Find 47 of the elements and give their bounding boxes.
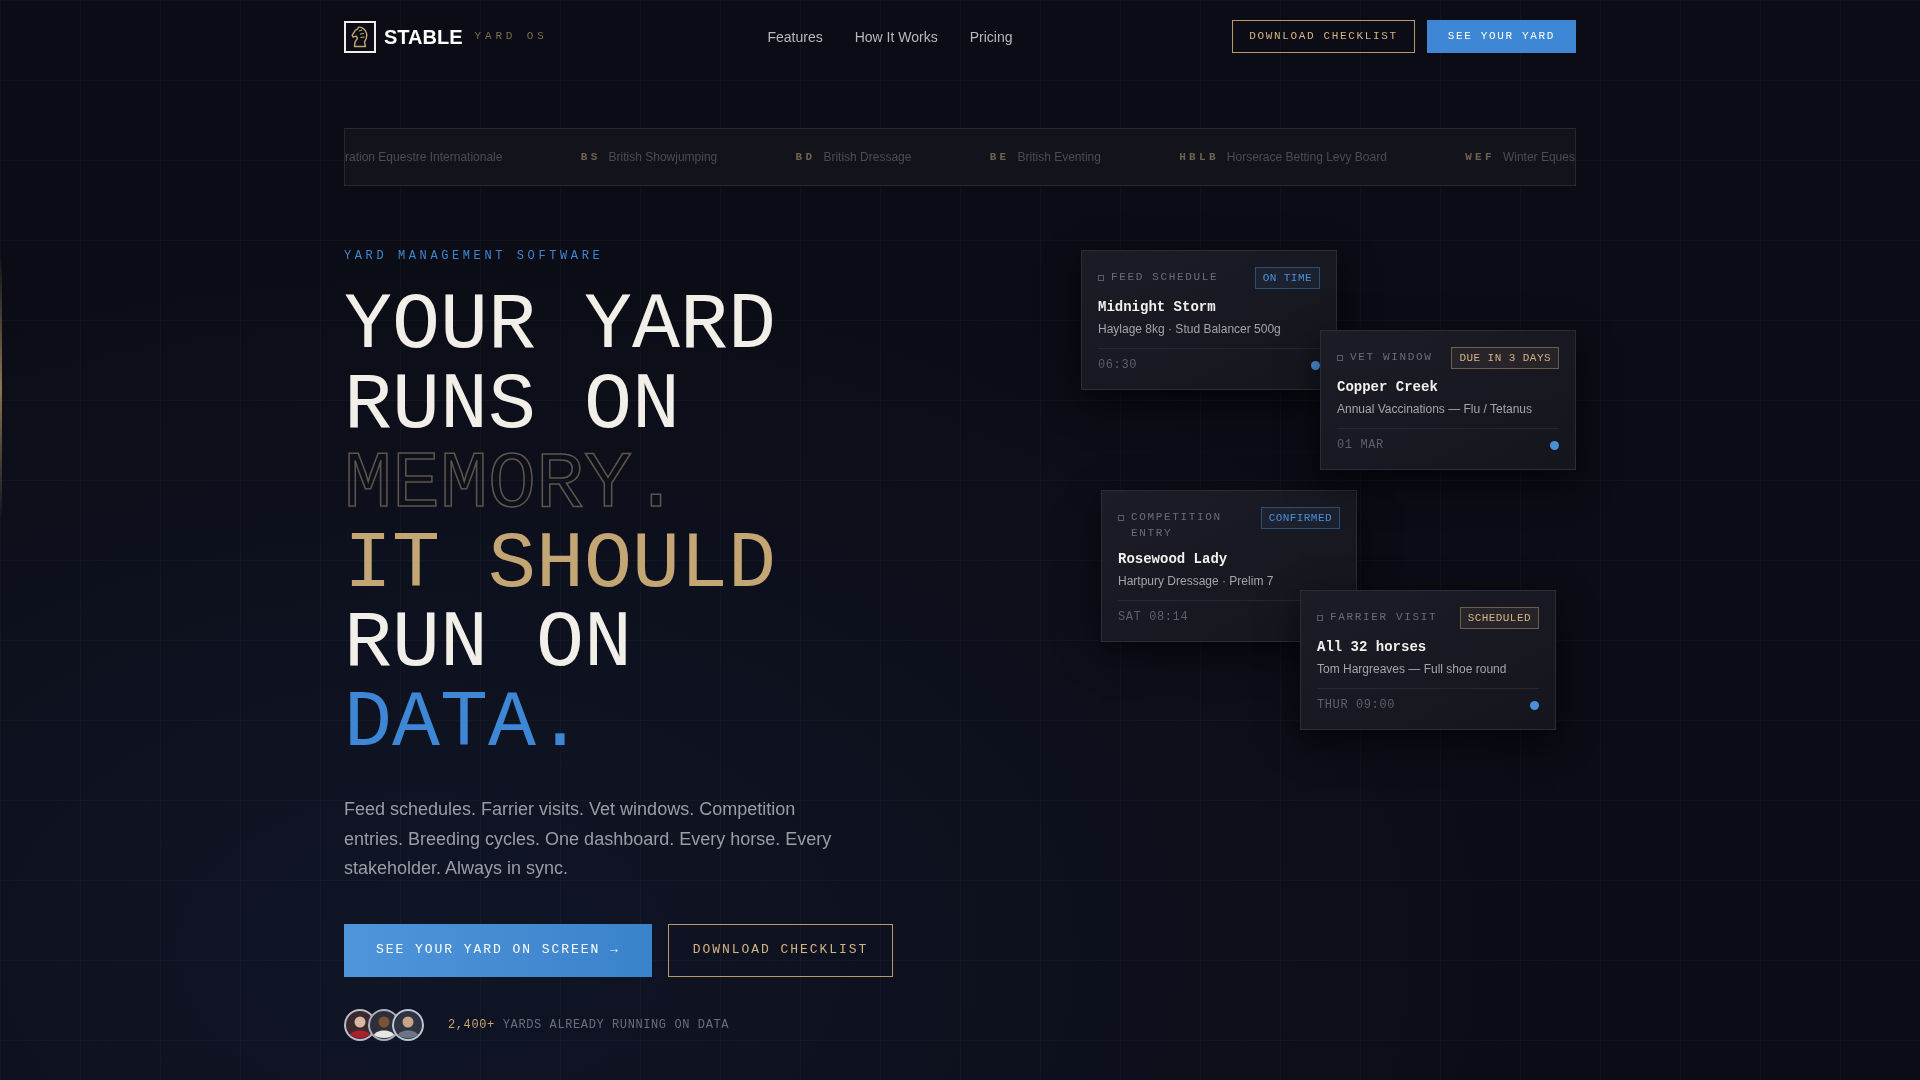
partner-abbreviation: BS [580,149,601,165]
social-proof-text: YARDS ALREADY RUNNING ON DATA [502,1016,730,1034]
partner-name: Winter Eques [1502,149,1575,166]
card-detail: Hartpury Dressage · Prelim 7 [1118,573,1275,589]
partner-abbreviation: WEF [1465,149,1495,165]
status-badge: CONFIRMED [1260,507,1340,529]
see-yard-on-screen-button[interactable]: SEE YOUR YARD ON SCREEN → [344,923,652,977]
card-title: Copper Creek [1337,378,1439,397]
card-title: Rosewood Lady [1118,550,1229,569]
download-checklist-button[interactable]: DOWNLOAD CHECKLIST [667,923,894,977]
card-detail: Annual Vaccinations — Flu / Tetanus [1337,401,1533,417]
yard-count: 2,400+ [448,1016,495,1034]
partner-abbreviation: BE [989,149,1010,165]
card-time: THUR 09:00 [1317,697,1395,713]
card-category-label: FARRIER VISIT [1330,610,1438,625]
hero-headline: YOUR YARD RUNS ON MEMORY. IT SHOULD RUN ON DATA. [344,286,778,763]
card-time: 06:30 [1098,357,1137,373]
status-badge: ON TIME [1254,267,1320,289]
status-badge: SCHEDULED [1459,607,1539,629]
card-detail: Tom Hargreaves — Full shoe round [1317,661,1508,677]
card-time: 01 MAR [1337,437,1384,453]
card-category-label: FEED SCHEDULE [1111,270,1219,285]
partner-name: British Eventing [1017,149,1101,166]
partner-name: ration Equestre Internationale [345,149,503,166]
partner-abbreviation: HBLB [1179,149,1219,165]
partner-name: British Dressage [823,149,912,166]
nav-link[interactable]: How It Works [854,26,938,47]
brand-tagline: YARD OS [474,29,548,45]
partner-name: British Showjumping [608,149,718,166]
status-badge: DUE IN 3 DAYS [1451,347,1559,369]
card-title: All 32 horses [1317,638,1428,657]
card-category-label: COMPETITION ENTRY [1131,510,1223,541]
card-time: SAT 08:14 [1118,609,1189,625]
hero-description: Feed schedules. Farrier visits. Vet windows. Competition entries. Breeding cycles. One dashboard. Every horse. Every stakeholder. Always in sync. [344,798,833,880]
partner-name: Horserace Betting Levy Board [1226,149,1387,166]
avatar-icon [392,1008,424,1041]
nav-link[interactable]: Pricing [969,26,1013,47]
horse-head-logo-icon[interactable] [344,20,376,53]
brand-name[interactable]: STABLE [384,24,463,49]
see-yard-button[interactable]: SEE YOUR YARD [1426,20,1576,53]
download-checklist-button[interactable]: DOWNLOAD CHECKLIST [1232,20,1415,53]
eyebrow-label: YARD MANAGEMENT SOFTWARE [344,248,605,265]
partner-abbreviation: BD [795,149,816,165]
nav-link[interactable]: Features [767,26,823,47]
card-title: Midnight Storm [1098,298,1217,317]
card-detail: Haylage 8kg · Stud Balancer 500g [1098,321,1282,337]
card-category-label: VET WINDOW [1350,350,1433,365]
